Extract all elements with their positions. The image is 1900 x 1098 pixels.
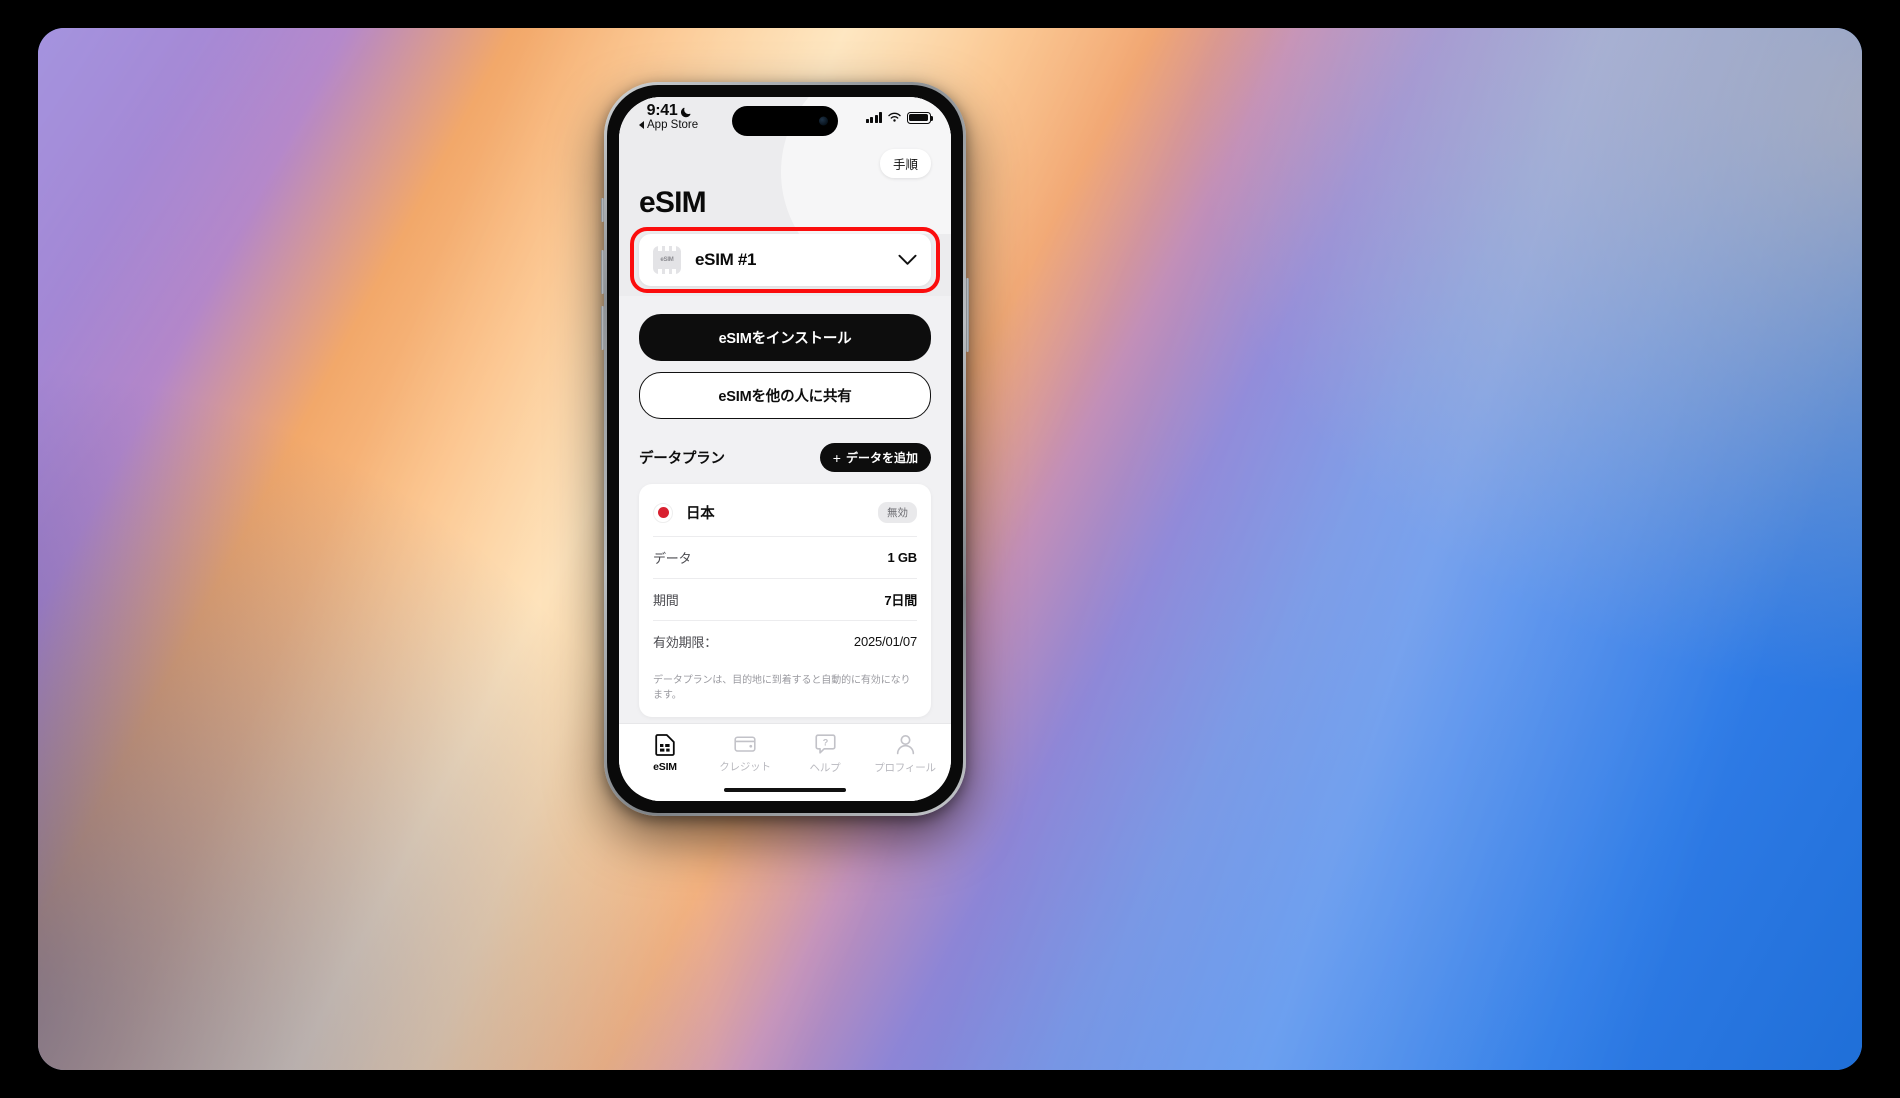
status-bar-right [865, 112, 934, 124]
home-indicator[interactable] [619, 779, 951, 801]
share-esim-button[interactable]: eSIMを他の人に共有 [639, 372, 931, 419]
triangle-left-icon [639, 121, 644, 129]
wallet-icon [734, 736, 756, 752]
data-plan-card[interactable]: 日本 無効 データ 1 GB 期間 7日間 有効期限： 2025/01/07 デ… [639, 484, 931, 717]
phone-bezel: 9:41 App Store 手順 eSIM eSIM eSIM #1 eSIM… [607, 85, 963, 813]
add-data-label: データを追加 [845, 451, 918, 465]
esim-selected-name: eSIM #1 [695, 250, 757, 269]
volume-down-button[interactable] [601, 306, 604, 350]
esim-app: 手順 eSIM eSIM eSIM #1 eSIMをインストール eSIMを他の… [619, 97, 951, 801]
wifi-icon [888, 112, 901, 122]
plan-value-duration: 7日間 [884, 593, 917, 608]
back-to-app-store[interactable]: App Store [639, 119, 698, 131]
steps-button[interactable]: 手順 [879, 149, 931, 178]
tab-label-profile: プロフィール [874, 762, 936, 774]
plan-country-row: 日本 無効 [653, 488, 917, 537]
plan-row-duration: 期間 7日間 [653, 579, 917, 621]
sim-card-chip-icon: eSIM [653, 246, 681, 274]
plan-row-data: データ 1 GB [653, 537, 917, 579]
dynamic-island [732, 106, 838, 136]
tab-label-help: ヘルプ [809, 762, 841, 774]
back-label: App Store [647, 119, 699, 131]
moon-icon [681, 107, 691, 118]
svg-text:?: ? [822, 738, 828, 748]
iphone-device: 9:41 App Store 手順 eSIM eSIM eSIM #1 eSIM… [601, 82, 969, 816]
data-plans-title: データプラン [639, 451, 725, 467]
flag-japan-icon [653, 502, 673, 523]
volume-up-button[interactable] [601, 250, 604, 294]
plan-label-data: データ [653, 551, 692, 566]
power-button[interactable] [966, 278, 969, 352]
plan-note: データプランは、目的地に到着すると自動的に有効になります。 [653, 675, 911, 701]
plan-label-expiry: 有効期限： [653, 635, 718, 650]
plan-value-data: 1 GB [887, 550, 917, 565]
install-esim-button[interactable]: eSIMをインストール [639, 314, 931, 361]
tab-credit[interactable]: クレジット [705, 734, 785, 775]
phone-screen: 9:41 App Store 手順 eSIM eSIM eSIM #1 eSIM… [619, 97, 951, 801]
plus-icon: + [832, 449, 841, 466]
battery-full-icon [907, 112, 934, 124]
sim-card-icon [655, 734, 675, 756]
app-body: eSIMをインストール eSIMを他の人に共有 データプラン + データを追加 [619, 296, 951, 723]
plan-label-duration: 期間 [653, 593, 679, 608]
tab-esim[interactable]: eSIM [625, 734, 705, 775]
front-camera [819, 116, 828, 126]
esim-selector-dropdown[interactable]: eSIM eSIM #1 [639, 234, 931, 286]
tab-label-credit: クレジット [719, 761, 771, 773]
plan-country-name: 日本 [686, 506, 715, 522]
person-icon [896, 735, 914, 755]
add-data-button[interactable]: + データを追加 [819, 443, 931, 472]
status-badge: 無効 [878, 502, 917, 523]
status-bar: 9:41 App Store [619, 97, 951, 147]
plan-value-expiry: 2025/01/07 [853, 634, 917, 649]
tab-help[interactable]: ? ヘルプ [785, 734, 865, 775]
status-bar-left: 9:41 App Store [639, 102, 698, 131]
cellular-bars-icon [865, 112, 882, 124]
sim-chip-label: eSIM [660, 257, 674, 263]
tab-label-esim: eSIM [653, 761, 677, 773]
page-title: eSIM [639, 186, 707, 219]
phone-frame: 9:41 App Store 手順 eSIM eSIM eSIM #1 eSIM… [601, 82, 969, 816]
tab-bar: eSIM クレジット ? ヘルプ プロフィール [619, 723, 951, 779]
chevron-down-icon[interactable] [898, 254, 917, 266]
esim-selector-zone: eSIM eSIM #1 [619, 227, 951, 296]
tab-profile[interactable]: プロフィール [865, 734, 945, 775]
data-plans-header: データプラン + データを追加 [639, 443, 931, 472]
status-time-group: 9:41 [641, 102, 698, 120]
silent-switch[interactable] [601, 198, 604, 222]
status-time: 9:41 [646, 102, 678, 119]
plan-row-expiry: 有効期限： 2025/01/07 [653, 621, 917, 662]
help-bubble-icon: ? [814, 734, 836, 754]
